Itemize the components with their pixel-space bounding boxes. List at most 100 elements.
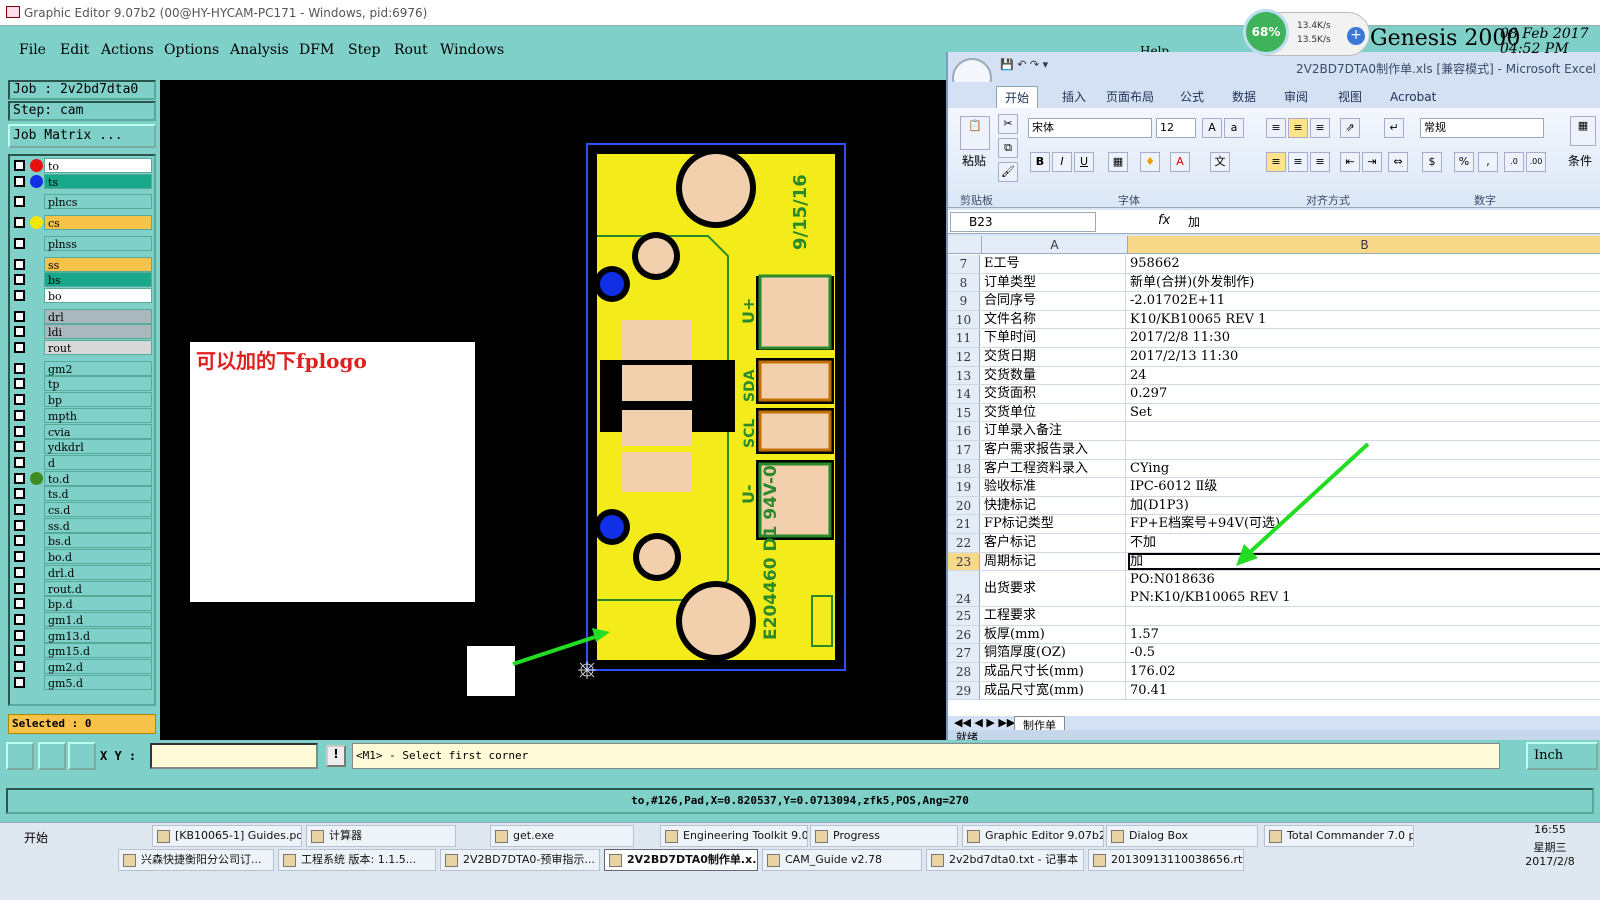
layer-row[interactable]: d (12, 454, 152, 470)
number-format-select[interactable]: 常规 (1420, 118, 1544, 138)
border-icon[interactable]: ▦ (1108, 152, 1128, 172)
wrap-text-icon[interactable]: ↵ (1384, 118, 1404, 138)
font-size-select[interactable]: 12 (1156, 118, 1196, 138)
layer-checkbox[interactable] (14, 613, 25, 625)
taskbar-item[interactable]: 计算器 (306, 825, 456, 847)
layer-row[interactable]: to.d (12, 470, 152, 486)
layer-row[interactable]: bo (12, 287, 152, 303)
layer-name[interactable]: to (44, 158, 152, 173)
layer-checkbox[interactable] (14, 519, 25, 531)
layer-checkbox[interactable] (14, 196, 25, 208)
layer-name[interactable]: cs.d (44, 502, 152, 517)
layer-checkbox[interactable] (14, 175, 25, 187)
layer-row[interactable]: bp.d (12, 596, 152, 612)
layer-name[interactable]: gm5.d (44, 674, 152, 690)
fx-icon[interactable]: fx (1158, 213, 1170, 228)
layer-checkbox[interactable] (14, 441, 25, 453)
layer-checkbox[interactable] (14, 409, 25, 421)
layer-name[interactable]: gm13.d (44, 627, 152, 643)
layer-row[interactable]: to (12, 158, 152, 173)
layer-name[interactable]: bo.d (44, 549, 152, 565)
taskbar-item[interactable]: get.exe (490, 825, 634, 847)
menu-dfm[interactable]: DFM (299, 42, 334, 58)
layer-row[interactable]: gm1.d (12, 611, 152, 627)
layer-name[interactable]: rout (44, 340, 152, 355)
grow-font-icon[interactable]: A (1202, 118, 1222, 138)
font-color-icon[interactable]: A (1170, 152, 1190, 172)
layer-checkbox[interactable] (14, 629, 25, 641)
job-matrix-button[interactable]: Job Matrix ... (8, 124, 156, 148)
layer-name[interactable]: d (44, 454, 152, 470)
layer-checkbox[interactable] (14, 274, 25, 286)
layer-row[interactable]: ss (12, 256, 152, 272)
tab-review[interactable]: 审阅 (1284, 86, 1308, 108)
comma-icon[interactable]: , (1478, 152, 1498, 172)
layer-row[interactable]: cs.d (12, 502, 152, 517)
decrease-indent-icon[interactable]: ⇤ (1340, 152, 1360, 172)
start-button[interactable]: 开始 (2, 827, 102, 851)
menu-step[interactable]: Step (348, 42, 380, 58)
shrink-font-icon[interactable]: a (1224, 118, 1244, 138)
layer-row[interactable]: gm5.d (12, 674, 152, 690)
grid-tool-icon[interactable] (68, 742, 96, 770)
spreadsheet-grid[interactable]: A B 7 E工号 958662 8 订单类型 新单(合拼)(外发制作) 9 合同序号 -2.0… (948, 236, 1600, 716)
tab-acrobat[interactable]: Acrobat (1390, 86, 1436, 108)
decrease-decimal-icon[interactable]: .00 (1526, 152, 1546, 172)
menu-analysis[interactable]: Analysis (230, 42, 289, 58)
bold-icon[interactable]: B (1030, 152, 1050, 172)
layer-row[interactable]: gm13.d (12, 627, 152, 643)
layer-name[interactable]: bp.d (44, 596, 152, 612)
layer-name[interactable]: drl (44, 308, 152, 324)
layer-checkbox[interactable] (14, 289, 25, 301)
increase-indent-icon[interactable]: ⇥ (1362, 152, 1382, 172)
layer-row[interactable]: bs (12, 272, 152, 288)
layer-checkbox[interactable] (14, 472, 25, 484)
conditional-format-label[interactable]: 条件 (1568, 152, 1592, 169)
align-right-icon[interactable]: ≡ (1310, 152, 1330, 172)
formula-input[interactable]: 加 (1188, 213, 1200, 230)
layer-checkbox[interactable] (14, 488, 25, 500)
layer-name[interactable]: to.d (44, 470, 152, 486)
layer-row[interactable]: cs (12, 215, 152, 231)
conditional-format-icon[interactable]: ▦ (1570, 116, 1596, 146)
layer-row[interactable]: ts (12, 173, 152, 189)
layer-checkbox[interactable] (14, 551, 25, 563)
taskbar-item[interactable]: Graphic Editor 9.07b2 (... (962, 825, 1104, 847)
taskbar-item[interactable]: 兴森快捷衡阳分公司订... (118, 849, 274, 871)
layer-row[interactable]: ss.d (12, 517, 152, 533)
layer-row[interactable]: mpth (12, 407, 152, 423)
layer-checkbox[interactable] (14, 645, 25, 657)
layer-name[interactable]: bo (44, 287, 152, 303)
layer-name[interactable]: plnss (44, 235, 152, 251)
clock-time[interactable]: 16:55 (1520, 823, 1580, 836)
layer-row[interactable]: gm15.d (12, 643, 152, 659)
taskbar-item[interactable]: CAM_Guide v2.78 (762, 849, 922, 871)
italic-icon[interactable]: I (1052, 152, 1072, 172)
format-painter-icon[interactable]: 🖌 (998, 162, 1018, 182)
increase-decimal-icon[interactable]: .0 (1504, 152, 1524, 172)
taskbar-item[interactable]: 20130913110038656.rtf... (1088, 849, 1244, 871)
taskbar-item[interactable]: Engineering Toolkit 9.0... (660, 825, 808, 847)
cut-icon[interactable]: ✂ (998, 114, 1018, 134)
graphic-canvas[interactable]: 可以加的下fplogo 9/15/16 U+ SDA SCL U- E20446… (160, 80, 950, 740)
layer-name[interactable]: ts (44, 173, 152, 189)
clock-day[interactable]: 星期三 (1520, 839, 1580, 855)
zoom-tool-icon[interactable] (6, 742, 34, 770)
fill-color-icon[interactable]: ♦ (1140, 152, 1160, 172)
measure-tool-icon[interactable] (38, 742, 66, 770)
layer-row[interactable]: rout (12, 340, 152, 355)
layer-checkbox[interactable] (14, 326, 25, 338)
layer-name[interactable]: rout.d (44, 580, 152, 596)
layer-row[interactable]: bs.d (12, 533, 152, 549)
taskbar-item[interactable]: 工程系统 版本: 1.1.5... (278, 849, 436, 871)
layer-name[interactable]: ss.d (44, 517, 152, 533)
taskbar-item[interactable]: 2V2BD7DTA0-预审指示... (440, 849, 600, 871)
layer-checkbox[interactable] (14, 582, 25, 594)
plus-icon[interactable]: + (1347, 27, 1365, 45)
taskbar-item[interactable]: 2V2BD7DTA0制作单.x... (604, 849, 758, 871)
layer-name[interactable]: cs (44, 215, 152, 231)
xy-input[interactable] (150, 743, 318, 769)
layer-row[interactable]: plncs (12, 194, 152, 210)
layer-checkbox[interactable] (14, 160, 25, 171)
sheet-nav-icon[interactable]: ◀◀ ◀ ▶ ▶▶ (954, 716, 1015, 729)
